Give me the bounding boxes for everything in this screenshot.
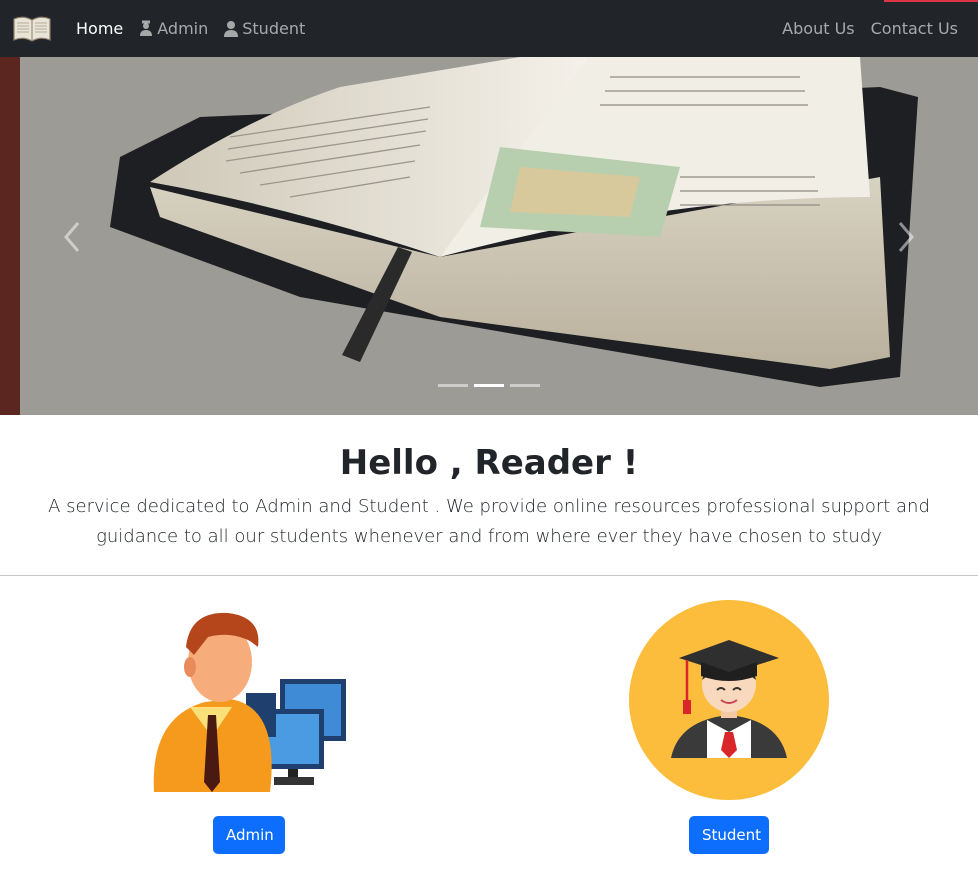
nav-contact-label: Contact Us [870,19,958,38]
chevron-right-icon[interactable] [890,217,920,257]
section-divider [0,575,978,576]
carousel-indicator-2[interactable] [474,384,504,387]
carousel-indicators [0,384,978,392]
nav-right: About Us Contact Us [766,0,958,57]
admin-computer-icon [153,612,346,792]
graduate-student-icon [629,600,829,800]
carousel-indicator-3[interactable] [510,384,540,387]
admin-button[interactable]: Admin [213,816,285,854]
user-icon [224,21,239,37]
page-title: Hello , Reader ! [339,443,639,483]
nav-student-label: Student [242,19,306,38]
nav-admin-link[interactable]: Admin [139,19,208,38]
nav-home-label: Home [76,19,124,38]
hero-carousel [0,57,978,415]
nav-left: Home Admin Student [76,0,321,57]
student-button[interactable]: Student [689,816,769,854]
hero-description: A service dedicated to Admin and Student… [48,496,930,547]
nav-admin-label: Admin [157,19,209,38]
navbar: Home Admin Student About Us Contact Us [0,0,978,57]
nav-about-label: About Us [782,19,855,38]
carousel-indicator-1[interactable] [438,384,468,387]
admin-user-icon [140,20,153,36]
nav-contact-link[interactable]: Contact Us [871,19,958,38]
nav-home-link[interactable]: Home [76,19,123,38]
nav-student-link[interactable]: Student [224,19,305,38]
carousel-slide-image [0,57,978,415]
open-book-icon[interactable] [12,15,52,43]
nav-about-link[interactable]: About Us [782,19,854,38]
chevron-left-icon[interactable] [58,217,88,257]
